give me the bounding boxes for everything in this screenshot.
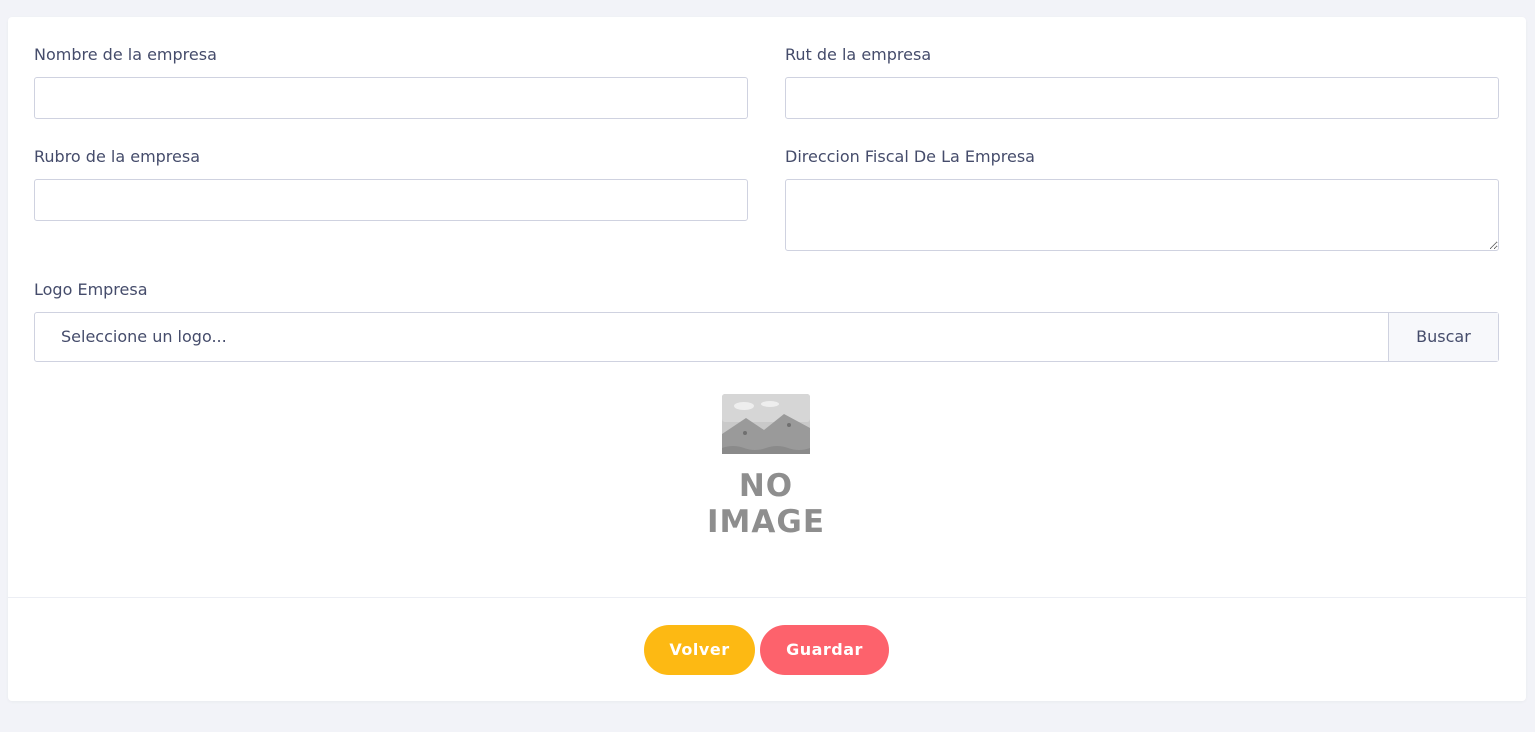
logo-file-placeholder: Seleccione un logo... [61,327,227,346]
back-button[interactable]: Volver [644,625,755,675]
rut-input[interactable] [785,77,1499,119]
rubro-label: Rubro de la empresa [34,147,201,166]
nombre-input[interactable] [34,77,748,119]
no-image-text-line2: IMAGE [707,504,825,540]
direccion-label: Direccion Fiscal De La Empresa [785,147,1035,166]
browse-button[interactable]: Buscar [1388,313,1498,361]
no-image-icon [722,394,810,454]
save-button[interactable]: Guardar [760,625,889,675]
company-form-card: Nombre de la empresa Rut de la empresa R… [8,17,1526,701]
footer-divider [8,597,1526,598]
rut-label: Rut de la empresa [785,45,932,64]
rubro-input[interactable] [34,179,748,221]
no-image-preview: NO IMAGE [698,392,834,542]
direccion-textarea[interactable] [785,179,1499,251]
nombre-label: Nombre de la empresa [34,45,217,64]
logo-file-input[interactable]: Seleccione un logo... Buscar [34,312,1499,362]
logo-label: Logo Empresa [34,280,148,299]
no-image-text-line1: NO [738,468,794,504]
